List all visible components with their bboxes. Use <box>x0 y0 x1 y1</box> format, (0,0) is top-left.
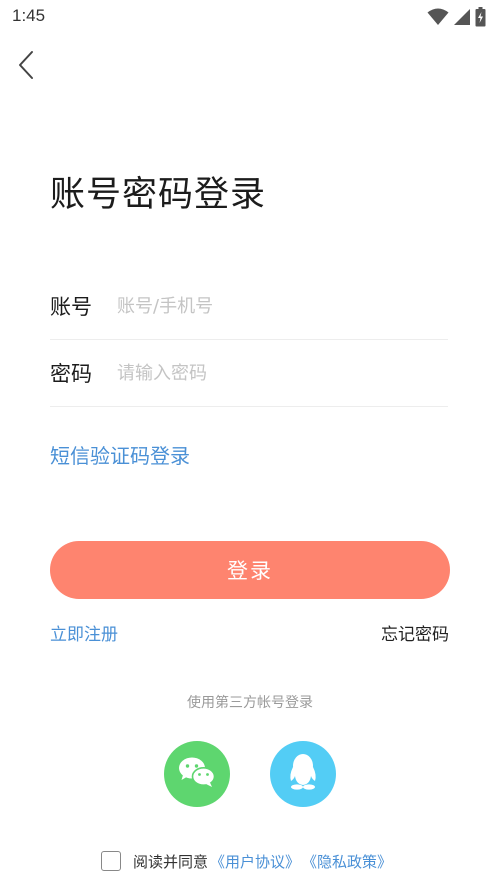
account-input[interactable] <box>117 295 448 317</box>
login-button[interactable]: 登录 <box>50 541 450 599</box>
sms-login-link[interactable]: 短信验证码登录 <box>50 440 190 469</box>
password-field-row: 密码 <box>50 340 448 407</box>
agreement-row: 阅读并同意 《用户协议》 《隐私政策》 <box>101 849 392 873</box>
back-button[interactable] <box>10 50 42 84</box>
third-party-login-label: 使用第三方帐号登录 <box>187 695 313 711</box>
account-label: 账号 <box>50 295 92 319</box>
cellular-signal-icon <box>453 8 471 30</box>
password-label: 密码 <box>50 362 92 386</box>
status-time: 1:45 <box>12 6 46 25</box>
agreement-text: 阅读并同意 <box>133 852 209 871</box>
register-link[interactable]: 立即注册 <box>50 620 118 645</box>
qq-login-button[interactable] <box>270 741 336 807</box>
wechat-login-button[interactable] <box>164 741 230 807</box>
chevron-left-icon <box>17 50 35 84</box>
status-bar: 1:45 <box>0 0 500 34</box>
forgot-password-link[interactable]: 忘记密码 <box>381 620 449 645</box>
wechat-icon <box>177 755 217 793</box>
page-title: 账号密码登录 <box>50 175 267 215</box>
account-field-row: 账号 <box>50 273 448 340</box>
user-agreement-link[interactable]: 《用户协议》 <box>210 851 300 872</box>
password-input[interactable] <box>117 362 448 384</box>
status-icons <box>427 7 486 31</box>
agreement-checkbox[interactable] <box>101 851 121 871</box>
qq-penguin-icon <box>287 753 319 795</box>
wifi-icon <box>427 8 449 30</box>
privacy-policy-link[interactable]: 《隐私政策》 <box>302 851 392 872</box>
battery-icon <box>475 7 486 31</box>
